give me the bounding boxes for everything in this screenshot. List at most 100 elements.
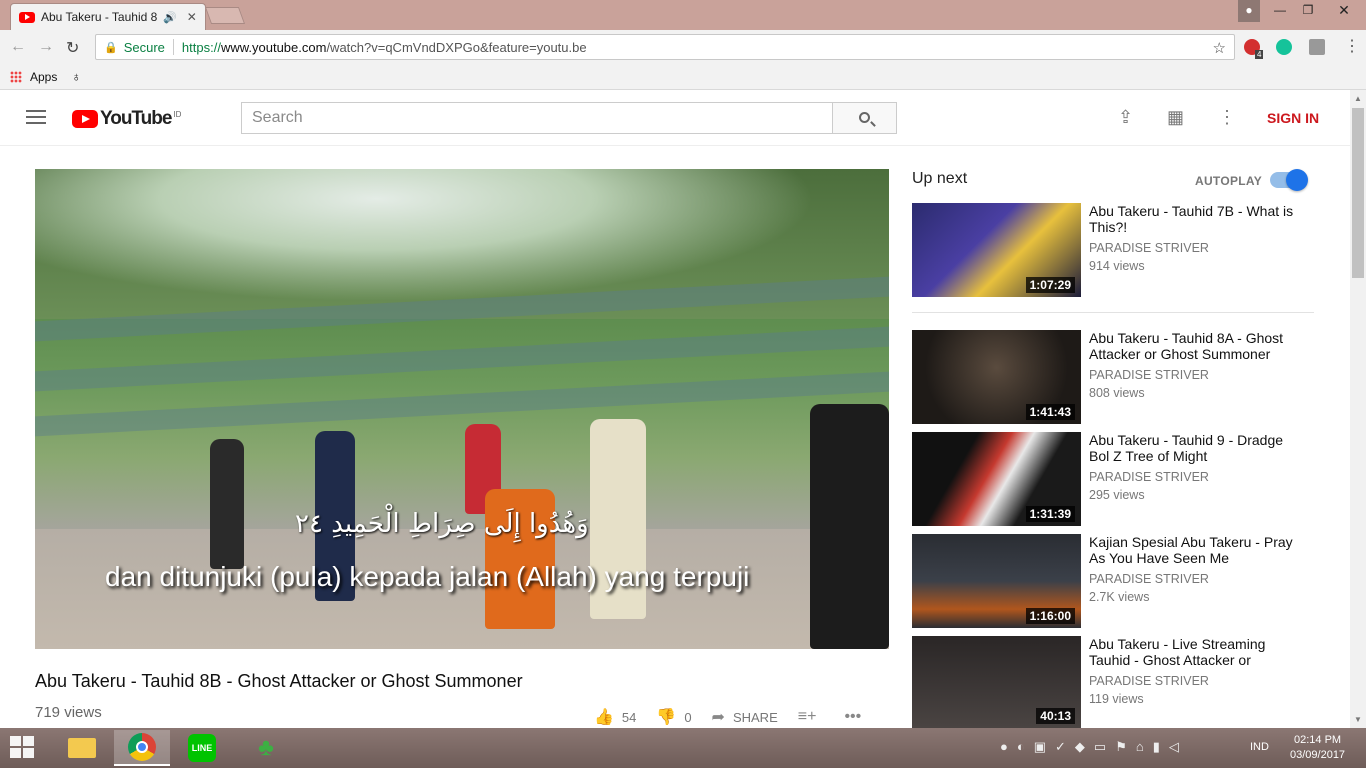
taskbar-clock[interactable]: 02:14 PM 03/09/2017 <box>1290 733 1345 763</box>
folder-icon <box>68 738 96 758</box>
user-profile-icon[interactable]: ● <box>1238 0 1260 22</box>
add-to-playlist-button[interactable]: ≡+ <box>798 708 825 726</box>
tray-keyboard-icon[interactable]: ▣ <box>1034 739 1046 755</box>
country-code: ID <box>173 109 182 119</box>
browser-titlebar: Abu Takeru - Tauhid 8 🔊 ✕ ● — ❐ ✕ <box>0 0 1366 30</box>
autoplay-toggle-knob <box>1286 169 1308 191</box>
tray-flag-icon[interactable]: ⚑ <box>1115 739 1127 755</box>
more-actions-button[interactable]: ••• <box>844 708 869 726</box>
search-button[interactable] <box>832 102 897 134</box>
back-arrow-icon[interactable]: ← <box>10 38 26 56</box>
settings-dots-icon[interactable]: ⋮ <box>1218 107 1236 128</box>
video-duration: 1:31:39 <box>1025 506 1075 522</box>
recommended-video-channel: PARADISE STRIVER <box>1089 674 1209 688</box>
video-thumbnail[interactable]: 1:16:00 <box>912 534 1081 628</box>
recommended-video-title[interactable]: Abu Takeru - Tauhid 7B - What is This?! <box>1089 203 1299 235</box>
apps-bookmark[interactable]: Apps <box>30 70 57 84</box>
extension-icon[interactable] <box>1309 39 1325 55</box>
tray-check-icon[interactable]: ✓ <box>1055 739 1066 755</box>
recommended-video[interactable]: 40:13 Abu Takeru - Live Streaming Tauhid… <box>912 636 1322 728</box>
bookmark-star-icon[interactable]: ☆ <box>1213 39 1226 57</box>
recommended-video-title[interactable]: Abu Takeru - Tauhid 9 - Dradge Bol Z Tre… <box>1089 432 1299 464</box>
recommended-video-channel: PARADISE STRIVER <box>1089 368 1209 382</box>
tab-close-icon[interactable]: ✕ <box>187 10 197 24</box>
bookmark-icon[interactable]: ♁ <box>71 69 81 84</box>
tray-power-icon[interactable]: ▮ <box>1153 739 1160 755</box>
video-thumbnail[interactable]: 1:07:29 <box>912 203 1081 297</box>
video-thumbnail[interactable]: 1:41:43 <box>912 330 1081 424</box>
recommended-video[interactable]: 1:16:00 Kajian Spesial Abu Takeru - Pray… <box>912 534 1322 628</box>
new-tab-button[interactable] <box>204 7 246 24</box>
clover-taskbar-icon[interactable]: ♣ <box>238 730 294 766</box>
chrome-taskbar-icon[interactable] <box>114 730 170 766</box>
speaker-icon[interactable]: 🔊 <box>163 11 177 24</box>
forward-arrow-icon[interactable]: → <box>38 38 54 56</box>
sign-in-button[interactable]: SIGN IN <box>1267 110 1319 126</box>
browser-tab-active[interactable]: Abu Takeru - Tauhid 8 🔊 ✕ <box>10 3 206 30</box>
tray-line-icon[interactable]: ● <box>1000 739 1008 755</box>
tray-app-icon[interactable]: ◐ <box>1017 739 1025 755</box>
recommended-video-title[interactable]: Kajian Spesial Abu Takeru - Pray As You … <box>1089 534 1299 566</box>
windows-start-button[interactable] <box>10 736 36 760</box>
clock-date: 03/09/2017 <box>1290 749 1346 761</box>
grammarly-extension-icon[interactable] <box>1276 39 1292 55</box>
windows-taskbar: LINE ♣ ● ◐ ▣ ✓ ◆ ▭ ⚑ ⌂ ▮ ◁ IND 02:14 PM … <box>0 728 1366 768</box>
recommended-video-title[interactable]: Abu Takeru - Tauhid 8A - Ghost Attacker … <box>1089 330 1299 362</box>
apps-grid-icon[interactable] <box>10 70 22 83</box>
tray-network-icon[interactable]: ⌂ <box>1136 739 1144 755</box>
upload-icon[interactable]: ⇪ <box>1118 107 1133 128</box>
youtube-logo-text: YouTube <box>100 108 172 129</box>
youtube-logo[interactable]: YouTube ID <box>72 108 181 130</box>
window-controls: ● — ❐ ✕ <box>1238 0 1366 22</box>
recommended-video-title[interactable]: Abu Takeru - Live Streaming Tauhid - Gho… <box>1089 636 1299 668</box>
recommended-video-channel: PARADISE STRIVER <box>1089 470 1209 484</box>
share-icon: ➦ <box>711 709 725 726</box>
share-button[interactable]: ➦ SHARE <box>712 707 778 727</box>
video-actions: 👍 54 👎 0 ➦ SHARE ≡+ ••• <box>594 707 889 727</box>
restore-button[interactable]: ❐ <box>1294 0 1322 22</box>
video-player[interactable]: وَهُدُوا إِلَى صِرَاطِ الْحَمِيدِ ٢٤ dan… <box>35 169 889 649</box>
apps-icon[interactable]: ▦ <box>1167 107 1184 128</box>
chrome-menu-icon[interactable]: ⋮ <box>1344 36 1360 56</box>
video-thumbnail[interactable]: 1:31:39 <box>912 432 1081 526</box>
recommended-video[interactable]: 1:07:29 Abu Takeru - Tauhid 7B - What is… <box>912 203 1322 297</box>
system-tray: ● ◐ ▣ ✓ ◆ ▭ ⚑ ⌂ ▮ ◁ <box>1000 739 1179 755</box>
video-person <box>210 439 244 569</box>
video-duration: 1:16:00 <box>1025 608 1075 624</box>
clock-time: 02:14 PM <box>1293 734 1342 746</box>
scrollbar-thumb[interactable] <box>1352 108 1364 278</box>
hamburger-menu-icon[interactable] <box>26 110 46 124</box>
share-label: SHARE <box>732 709 778 725</box>
tray-monitor-icon[interactable]: ▭ <box>1094 739 1106 755</box>
dislike-button[interactable]: 👎 0 <box>656 707 691 727</box>
url-host: www.youtube.com <box>220 39 327 55</box>
search-input[interactable] <box>241 102 833 134</box>
close-window-button[interactable]: ✕ <box>1322 0 1366 22</box>
autoplay-toggle[interactable] <box>1270 169 1308 191</box>
recommended-video-views: 119 views <box>1089 692 1144 706</box>
recommended-video[interactable]: 1:41:43 Abu Takeru - Tauhid 8A - Ghost A… <box>912 330 1322 424</box>
address-bar[interactable]: 🔒 Secure https:// www.youtube.com /watch… <box>95 34 1235 60</box>
tray-shield-icon[interactable]: ◆ <box>1075 739 1085 755</box>
tray-volume-icon[interactable]: ◁ <box>1169 739 1179 755</box>
video-thumbnail[interactable]: 40:13 <box>912 636 1081 728</box>
scroll-up-arrow-icon[interactable]: ▲ <box>1354 94 1362 103</box>
file-explorer-taskbar-icon[interactable] <box>54 730 110 766</box>
video-person <box>810 404 889 649</box>
search-icon <box>859 112 870 123</box>
recommended-video-views: 914 views <box>1089 259 1145 273</box>
recommended-video-views: 295 views <box>1089 488 1145 502</box>
reload-icon[interactable]: ↻ <box>66 38 79 58</box>
recommended-video[interactable]: 1:31:39 Abu Takeru - Tauhid 9 - Dradge B… <box>912 432 1322 526</box>
like-button[interactable]: 👍 54 <box>594 707 636 727</box>
recommended-video-views: 2.7K views <box>1089 590 1150 604</box>
scroll-down-arrow-icon[interactable]: ▼ <box>1354 715 1362 724</box>
youtube-header: YouTube ID ⇪ ▦ ⋮ SIGN IN <box>0 90 1350 146</box>
recommended-video-channel: PARADISE STRIVER <box>1089 572 1209 586</box>
input-language[interactable]: IND <box>1250 741 1269 753</box>
youtube-favicon-icon <box>19 11 35 23</box>
subtitle-arabic: وَهُدُوا إِلَى صِرَاطِ الْحَمِيدِ ٢٤ <box>295 509 589 539</box>
line-taskbar-icon[interactable]: LINE <box>174 730 230 766</box>
page-scrollbar[interactable]: ▲ ▼ <box>1350 90 1366 728</box>
minimize-button[interactable]: — <box>1266 0 1294 22</box>
